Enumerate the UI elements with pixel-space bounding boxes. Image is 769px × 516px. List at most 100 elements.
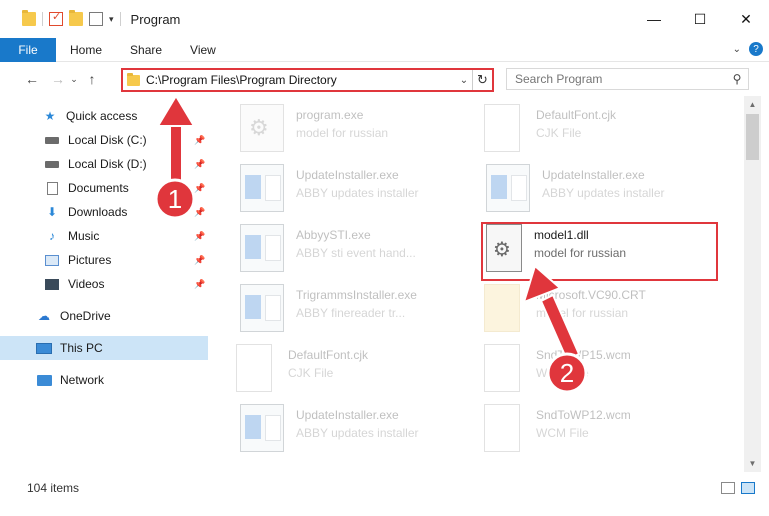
sidebar-item-quick-access[interactable]: ★ Quick access [0,104,208,128]
up-arrow-icon[interactable]: ↑ [82,71,102,87]
large-icons-view-icon[interactable] [741,482,755,494]
file-type: ABBY updates installer [296,426,419,440]
application-icon [240,164,284,212]
scroll-thumb[interactable] [746,114,759,160]
divider [119,12,121,26]
file-item[interactable]: AbbyySTI.exe ABBY sti event hand... [230,224,470,280]
customize-toolbar-chevron-icon[interactable]: ▾ [109,14,114,25]
pin-icon[interactable]: 📌 [194,207,205,218]
address-path[interactable]: C:\Program Files\Program Directory [146,73,456,87]
close-button[interactable]: ✕ [723,0,769,38]
file-item[interactable]: program.exe model for russian [230,104,470,160]
file-name: SndToWP12.wcm [536,408,631,422]
file-list: program.exe model for russian DefaultFont… [212,96,744,472]
file-type: ABBY finereader tr... [296,306,406,320]
properties-icon[interactable] [89,12,103,26]
scroll-up-icon[interactable]: ▲ [744,96,761,113]
title-bar: ▾ Program — ☐ ✕ [0,0,769,38]
tab-home[interactable]: Home [56,43,116,57]
file-name: UpdateInstaller.exe [542,168,645,182]
address-bar[interactable]: C:\Program Files\Program Directory ⌄ ↻ [121,68,494,92]
file-type: model for russian [296,126,389,140]
file-type: CJK File [288,366,334,380]
address-dropdown-chevron-icon[interactable]: ⌄ [456,75,472,86]
file-name: SndToWP15.wcm [536,348,631,362]
pin-icon[interactable]: 📌 [194,279,205,290]
sidebar-item-local-disk-d[interactable]: Local Disk (D:) 📌 [0,152,208,176]
file-item[interactable]: DefaultFont.cjk CJK File [470,104,710,160]
divider [42,12,43,26]
sidebar-item-label: Pictures [68,253,112,267]
window-title: Program [130,11,181,27]
sidebar-item-label: Network [60,373,105,387]
sidebar-item-label: Local Disk (D:) [68,157,147,171]
sidebar-item-label: Downloads [68,205,128,219]
file-name: Microsoft.VC90.CRT [536,288,646,302]
sidebar-item-network[interactable]: Network [0,368,208,392]
file-item[interactable]: Microsoft.VC90.CRT model for russian [470,284,710,340]
disk-icon [44,133,60,147]
sidebar-item-pictures[interactable]: Pictures 📌 [0,248,208,272]
sidebar-item-music[interactable]: ♪ Music 📌 [0,224,208,248]
recent-locations-chevron-icon[interactable]: ⌄ [68,74,80,85]
expand-ribbon-chevron-icon[interactable]: ⌄ [733,44,741,55]
sidebar-item-label: This PC [60,341,103,355]
pin-icon[interactable]: 📌 [194,135,205,146]
tab-file[interactable]: File [0,37,56,62]
sidebar-item-this-pc[interactable]: This PC [0,336,208,360]
maximize-button[interactable]: ☐ [677,0,723,38]
folder-icon[interactable] [22,10,36,26]
file-name: TrigrammsInstaller.exe [296,288,417,302]
file-item[interactable]: DefaultFont.cjk CJK File [222,344,462,400]
sidebar-item-documents[interactable]: Documents 📌 [0,176,208,200]
pin-icon[interactable]: 📌 [194,183,205,194]
tab-view[interactable]: View [176,43,230,57]
file-type: ABBY updates installer [296,186,419,200]
window-controls: — ☐ ✕ [631,0,769,38]
pictures-icon [44,253,60,267]
pin-icon[interactable]: 📌 [194,231,205,242]
application-icon [486,164,530,212]
file-name: AbbyySTI.exe [296,228,371,242]
search-icon[interactable]: ⚲ [726,72,748,86]
properties-check-icon[interactable] [49,10,63,26]
file-item[interactable]: UpdateInstaller.exe ABBY updates installe… [230,404,470,460]
document-icon [484,404,520,452]
item-count: 104 items [27,481,80,495]
pin-icon[interactable]: 📌 [194,159,205,170]
file-item[interactable]: UpdateInstaller.exe ABBY updates installe… [476,164,716,220]
sidebar-item-local-disk-c[interactable]: Local Disk (C:) 📌 [0,128,208,152]
file-name: program.exe [296,108,364,122]
application-icon [240,404,284,452]
help-icon[interactable]: ? [749,42,763,56]
minimize-button[interactable]: — [631,0,677,38]
search-box[interactable]: ⚲ [506,68,749,90]
sidebar-item-downloads[interactable]: ⬇ Downloads 📌 [0,200,208,224]
cloud-icon: ☁ [38,309,50,323]
new-folder-icon[interactable] [69,10,83,26]
forward-arrow-icon[interactable]: → [48,71,68,87]
sidebar-item-onedrive[interactable]: ☁ OneDrive [0,304,208,328]
tab-share[interactable]: Share [116,43,176,57]
file-item[interactable]: SndToWP15.wcm WCM File [470,344,710,400]
file-item[interactable]: SndToWP12.wcm WCM File [470,404,710,460]
sidebar-item-videos[interactable]: Videos 📌 [0,272,208,296]
application-icon [240,284,284,332]
sidebar-item-label: OneDrive [60,309,111,323]
file-item[interactable]: UpdateInstaller.exe ABBY updates installe… [230,164,470,220]
disk-icon [44,157,60,171]
back-arrow-icon[interactable]: ← [22,71,42,87]
details-view-icon[interactable] [721,482,735,494]
application-icon [240,224,284,272]
quick-access-toolbar: ▾ [0,10,121,26]
pin-icon[interactable]: 📌 [194,255,205,266]
scroll-down-icon[interactable]: ▼ [744,455,761,472]
vertical-scrollbar[interactable]: ▲ ▼ [744,96,761,472]
search-input[interactable] [515,72,726,86]
file-highlight-box [481,222,718,281]
file-type: ABBY sti event hand... [296,246,416,260]
refresh-icon[interactable]: ↻ [472,70,492,90]
file-name: DefaultFont.cjk [288,348,369,362]
file-item[interactable]: TrigrammsInstaller.exe ABBY finereader tr… [230,284,470,340]
sidebar-item-label: Quick access [66,109,138,123]
